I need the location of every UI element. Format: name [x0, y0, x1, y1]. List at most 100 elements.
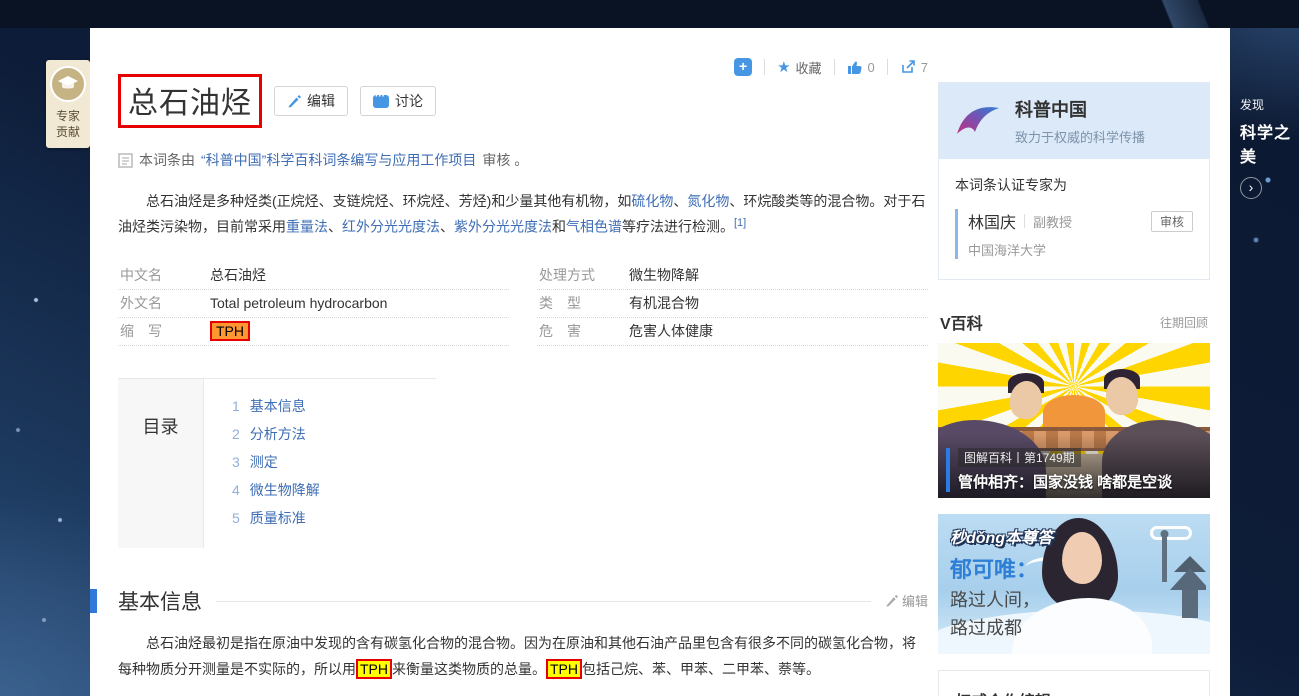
link-uv-spectrophotometry[interactable]: 紫外分光光度法 — [454, 219, 552, 235]
section-edit-label: 编辑 — [902, 591, 928, 610]
infobox-label: 处理方式 — [537, 265, 629, 285]
intro-paragraph: 总石油烃是多种烃类(正烷烃、支链烷烃、环烷烃、芳烃)和少量其他有机物，如硫化物、… — [118, 190, 928, 238]
promo-big-label: 科学之美 — [1240, 119, 1299, 167]
cert-project-link[interactable]: “科普中国”科学百科词条编写与应用工作项目 — [201, 150, 476, 170]
vbaike-card: V百科 往期回顾 图解百科丨第1749期 管仲相齐：国 — [938, 300, 1210, 498]
divider — [834, 59, 835, 75]
discuss-button[interactable]: 讨论 — [360, 86, 436, 116]
link-gravimetric-method[interactable]: 重量法 — [286, 219, 328, 235]
infobox-value: 微生物降解 — [629, 265, 699, 285]
vbaike-title: V百科 — [940, 310, 983, 334]
kepu-china-subtitle: 致力于权威的科学传播 — [1015, 127, 1145, 146]
discuss-button-label: 讨论 — [395, 91, 423, 111]
link-ir-spectrophotometry[interactable]: 红外分光光度法 — [342, 219, 440, 235]
body-text: 包括己烷、苯、甲苯、二甲苯、萘等。 — [582, 661, 820, 677]
infobox-row-foreign-name: 外文名 Total petroleum hydrocarbon — [118, 290, 509, 318]
star-icon: ★ — [777, 58, 790, 76]
infobox-row-abbreviation: 缩 写 TPH — [118, 318, 509, 346]
tph-highlight-1: TPH — [356, 659, 392, 679]
favorite-label: 收藏 — [796, 58, 822, 77]
section-accent-bar — [90, 589, 97, 613]
kepu-china-title: 科普中国 — [1015, 96, 1145, 122]
pencil-icon — [287, 94, 301, 108]
section-edit-link[interactable]: 编辑 — [885, 591, 928, 610]
toc-label: 目录 — [118, 379, 203, 548]
link-sulfide[interactable]: 硫化物 — [631, 193, 673, 209]
infobox-right-column: 处理方式 微生物降解 类 型 有机混合物 危 害 危害人体健康 — [537, 262, 928, 346]
intro-text: 和 — [552, 219, 566, 235]
infobox: 中文名 总石油烃 外文名 Total petroleum hydrocarbon… — [118, 262, 928, 346]
infobox-label: 缩 写 — [118, 321, 210, 341]
ad-tagline-1: 路过人间， — [950, 586, 1040, 612]
edit-button[interactable]: 编辑 — [274, 86, 348, 116]
divider — [764, 59, 765, 75]
reference-1-link[interactable]: [1] — [734, 217, 746, 229]
toc-item-analysis-methods[interactable]: 2 分析方法 — [232, 420, 436, 448]
share-count: 7 — [921, 60, 928, 75]
section-title: 基本信息 — [118, 586, 202, 616]
document-icon — [118, 153, 133, 168]
kepu-china-header: 科普中国 致力于权威的科学传播 — [939, 83, 1209, 159]
expert-info-row: 林国庆 副教授 审核 中国海洋大学 — [955, 209, 1193, 259]
authoritative-partner-card: 权威合作编辑 — [938, 670, 1210, 696]
add-to-collection-icon[interactable]: + — [734, 58, 752, 76]
vbaike-comic-image[interactable]: 图解百科丨第1749期 管仲相齐：国家没钱 啥都是空谈 — [938, 343, 1210, 498]
expert-name[interactable]: 林国庆 — [968, 209, 1016, 233]
link-nitride[interactable]: 氮化物 — [687, 193, 729, 209]
review-badge-button[interactable]: 审核 — [1151, 211, 1193, 232]
toc-item-determination[interactable]: 3 测定 — [232, 448, 436, 476]
discussion-bubble-icon — [373, 95, 389, 108]
toc-item-biodegradation[interactable]: 4微生物降解 — [232, 476, 436, 504]
expert-contribution-badge[interactable]: 专家 贡献 — [46, 60, 90, 148]
comic-title: 管仲相齐：国家没钱 啥都是空谈 — [958, 471, 1202, 492]
toc-item-label: 微生物降解 — [250, 482, 320, 498]
kepu-china-body: 本词条认证专家为 林国庆 副教授 审核 中国海洋大学 — [939, 159, 1209, 279]
tph-highlight-infobox: TPH — [210, 321, 250, 341]
sidebar: 科普中国 致力于权威的科学传播 本词条认证专家为 林国庆 副教授 审核 中国海洋… — [938, 82, 1210, 696]
infobox-row-type: 类 型 有机混合物 — [537, 290, 928, 318]
thumbs-up-icon — [847, 59, 863, 75]
infobox-left-column: 中文名 总石油烃 外文名 Total petroleum hydrocarbon… — [118, 262, 509, 346]
ad-tagline-2: 路过成都 — [950, 614, 1022, 640]
toc-item-quality-standard[interactable]: 5质量标准 — [232, 504, 436, 532]
share-icon — [900, 59, 916, 75]
divider — [1024, 214, 1025, 228]
title-row: 总石油烃 编辑 讨论 — [118, 28, 928, 128]
ad-banner[interactable]: 秒dǒng本尊答 郁可唯： 路过人间， 路过成都 — [938, 514, 1210, 654]
intro-text: 、 — [673, 193, 687, 209]
section-header-basic-info: 基本信息 编辑 — [118, 586, 928, 616]
infobox-label: 类 型 — [537, 293, 629, 313]
pagoda-illustration — [1152, 528, 1206, 638]
infobox-value: 总石油烃 — [210, 265, 266, 285]
favorite-button[interactable]: ★ 收藏 — [777, 58, 821, 77]
infobox-row-hazard: 危 害 危害人体健康 — [537, 318, 928, 346]
toc-item-number: 3 — [232, 454, 240, 470]
infobox-value: Total petroleum hydrocarbon — [210, 295, 387, 311]
like-button[interactable]: 0 — [847, 59, 875, 75]
share-button[interactable]: 7 — [900, 59, 928, 75]
table-of-contents: 目录 1基本信息 2 分析方法 3 测定 4微生物降解 5质量标准 — [118, 378, 436, 548]
kepu-china-logo — [953, 100, 1005, 142]
content-card: + ★ 收藏 0 — [90, 28, 1230, 696]
expert-badge-label-2: 贡献 — [46, 124, 90, 140]
infobox-value: 危害人体健康 — [629, 321, 713, 341]
vbaike-past-issues-link[interactable]: 往期回顾 — [1160, 314, 1208, 331]
certification-line: 本词条由“科普中国”科学百科词条编写与应用工作项目审核 。 — [118, 150, 928, 170]
toc-item-label: 分析方法 — [250, 426, 306, 442]
vbaike-caption-block: 图解百科丨第1749期 管仲相齐：国家没钱 啥都是空谈 — [946, 448, 1202, 492]
link-gas-chromatography[interactable]: 气相色谱 — [566, 219, 622, 235]
toc-item-number: 2 — [232, 426, 240, 442]
expert-badge-label-1: 专家 — [46, 108, 90, 124]
chevron-right-icon[interactable]: › — [1240, 177, 1262, 199]
toc-item-label: 测定 — [250, 454, 278, 470]
toc-item-basic-info[interactable]: 1基本信息 — [232, 392, 436, 420]
infobox-row-treatment: 处理方式 微生物降解 — [537, 262, 928, 290]
toc-item-number: 5 — [232, 510, 240, 526]
infobox-label: 外文名 — [118, 293, 210, 313]
promo-small-label: 发现 — [1240, 96, 1299, 113]
intro-text: 、 — [440, 219, 454, 235]
partner-card-title: 权威合作编辑 — [955, 688, 1193, 696]
pencil-icon — [885, 594, 898, 607]
intro-text: 总石油烃是多种烃类(正烷烃、支链烷烃、环烷烃、芳烃)和少量其他有机物，如 — [146, 193, 631, 209]
issue-tag: 图解百科丨第1749期 — [958, 448, 1081, 467]
